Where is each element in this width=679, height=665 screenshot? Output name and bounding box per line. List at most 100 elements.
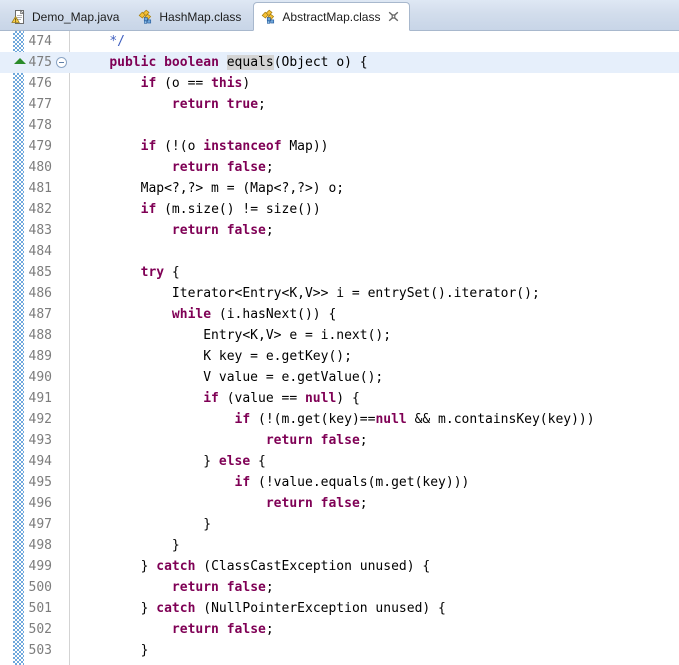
code-line[interactable]: 490 V value = e.getValue();	[0, 367, 679, 388]
fold-column[interactable]	[55, 199, 70, 220]
code-line-text[interactable]: }	[70, 514, 679, 535]
fold-column[interactable]	[55, 556, 70, 577]
code-line[interactable]: 500 return false;	[0, 577, 679, 598]
fold-column[interactable]	[55, 346, 70, 367]
code-line[interactable]: 503 }	[0, 640, 679, 661]
code-line-text[interactable]: } catch (NullPointerException unused) {	[70, 598, 679, 619]
code-line-text[interactable]: V value = e.getValue();	[70, 367, 679, 388]
fold-column[interactable]	[55, 304, 70, 325]
code-line-text[interactable]: if (m.size() != size())	[70, 199, 679, 220]
code-line-text[interactable]: return false;	[70, 157, 679, 178]
fold-column[interactable]	[55, 94, 70, 115]
code-line[interactable]: 502 return false;	[0, 619, 679, 640]
code-line-text[interactable]: } catch (ClassCastException unused) {	[70, 556, 679, 577]
code-line[interactable]: 476 if (o == this)	[0, 73, 679, 94]
fold-column[interactable]	[55, 472, 70, 493]
code-line-text[interactable]: K key = e.getKey();	[70, 346, 679, 367]
code-line-text[interactable]: if (value == null) {	[70, 388, 679, 409]
code-line-text[interactable]: return false;	[70, 430, 679, 451]
tab-close-icon[interactable]	[388, 11, 399, 22]
editor-tab-demo-map-java[interactable]: Demo_Map.java	[4, 3, 129, 30]
fold-column[interactable]	[55, 619, 70, 640]
fold-column[interactable]	[55, 283, 70, 304]
fold-column[interactable]	[55, 241, 70, 262]
code-line-text[interactable]: } else {	[70, 451, 679, 472]
code-line[interactable]: 486 Iterator<Entry<K,V>> i = entrySet().…	[0, 283, 679, 304]
fold-column[interactable]	[55, 640, 70, 661]
fold-column[interactable]	[55, 367, 70, 388]
code-editor[interactable]: 474 */475 public boolean equals(Object o…	[0, 31, 679, 665]
code-line-text[interactable]: return false;	[70, 493, 679, 514]
code-line[interactable]: 474 */	[0, 31, 679, 52]
code-line[interactable]: 479 if (!(o instanceof Map))	[0, 136, 679, 157]
code-line-text[interactable]	[70, 115, 679, 136]
code-line[interactable]: 488 Entry<K,V> e = i.next();	[0, 325, 679, 346]
code-line[interactable]: 497 }	[0, 514, 679, 535]
fold-column[interactable]	[55, 325, 70, 346]
fold-column[interactable]	[55, 220, 70, 241]
fold-column[interactable]	[55, 178, 70, 199]
code-line[interactable]: 487 while (i.hasNext()) {	[0, 304, 679, 325]
code-line-text[interactable]: Map<?,?> m = (Map<?,?>) o;	[70, 178, 679, 199]
code-line[interactable]: 491 if (value == null) {	[0, 388, 679, 409]
code-line[interactable]: 504	[0, 661, 679, 665]
fold-column[interactable]	[55, 430, 70, 451]
fold-column[interactable]	[55, 535, 70, 556]
fold-column[interactable]	[55, 661, 70, 665]
code-line-text[interactable]: return false;	[70, 577, 679, 598]
code-line[interactable]: 483 return false;	[0, 220, 679, 241]
code-line[interactable]: 480 return false;	[0, 157, 679, 178]
code-line[interactable]: 493 return false;	[0, 430, 679, 451]
code-line-text[interactable]: }	[70, 535, 679, 556]
code-line-text[interactable]: if (o == this)	[70, 73, 679, 94]
code-line-text[interactable]: if (!value.equals(m.get(key)))	[70, 472, 679, 493]
fold-column[interactable]	[55, 451, 70, 472]
code-line-text[interactable]: if (!(o instanceof Map))	[70, 136, 679, 157]
fold-column[interactable]	[55, 598, 70, 619]
editor-tab-abstractmap-class[interactable]: AbstractMap.class	[253, 2, 411, 31]
code-line-text[interactable]: return false;	[70, 619, 679, 640]
code-line[interactable]: 498 }	[0, 535, 679, 556]
code-line-text[interactable]: while (i.hasNext()) {	[70, 304, 679, 325]
code-line[interactable]: 496 return false;	[0, 493, 679, 514]
code-line[interactable]: 495 if (!value.equals(m.get(key)))	[0, 472, 679, 493]
code-line-text[interactable]	[70, 241, 679, 262]
code-line-text[interactable]: if (!(m.get(key)==null && m.containsKey(…	[70, 409, 679, 430]
code-line-text[interactable]: return true;	[70, 94, 679, 115]
code-line-text[interactable]: return false;	[70, 220, 679, 241]
code-line[interactable]: 485 try {	[0, 262, 679, 283]
fold-column[interactable]	[55, 409, 70, 430]
code-line-text[interactable]: public boolean equals(Object o) {	[70, 52, 679, 73]
code-line[interactable]: 492 if (!(m.get(key)==null && m.contains…	[0, 409, 679, 430]
fold-column[interactable]	[55, 31, 70, 52]
code-line-text[interactable]: }	[70, 640, 679, 661]
code-line[interactable]: 494 } else {	[0, 451, 679, 472]
fold-column[interactable]	[55, 388, 70, 409]
code-line-text[interactable]: Entry<K,V> e = i.next();	[70, 325, 679, 346]
fold-column[interactable]	[55, 514, 70, 535]
fold-collapse-icon[interactable]	[56, 57, 67, 68]
fold-column[interactable]	[55, 157, 70, 178]
code-line[interactable]: 484	[0, 241, 679, 262]
code-lines[interactable]: 474 */475 public boolean equals(Object o…	[0, 31, 679, 665]
fold-column[interactable]	[55, 52, 70, 73]
fold-column[interactable]	[55, 136, 70, 157]
code-line[interactable]: 475 public boolean equals(Object o) {	[0, 52, 679, 73]
code-line[interactable]: 481 Map<?,?> m = (Map<?,?>) o;	[0, 178, 679, 199]
fold-column[interactable]	[55, 493, 70, 514]
code-line-text[interactable]: Iterator<Entry<K,V>> i = entrySet().iter…	[70, 283, 679, 304]
code-line[interactable]: 501 } catch (NullPointerException unused…	[0, 598, 679, 619]
fold-column[interactable]	[55, 262, 70, 283]
code-line[interactable]: 477 return true;	[0, 94, 679, 115]
editor-tab-hashmap-class[interactable]: HashMap.class	[131, 3, 251, 30]
code-line-text[interactable]: */	[70, 31, 679, 52]
code-line[interactable]: 499 } catch (ClassCastException unused) …	[0, 556, 679, 577]
code-line-text[interactable]: try {	[70, 262, 679, 283]
code-line-text[interactable]	[70, 661, 679, 665]
code-line[interactable]: 482 if (m.size() != size())	[0, 199, 679, 220]
code-line[interactable]: 489 K key = e.getKey();	[0, 346, 679, 367]
code-line[interactable]: 478	[0, 115, 679, 136]
fold-column[interactable]	[55, 115, 70, 136]
fold-column[interactable]	[55, 577, 70, 598]
fold-column[interactable]	[55, 73, 70, 94]
